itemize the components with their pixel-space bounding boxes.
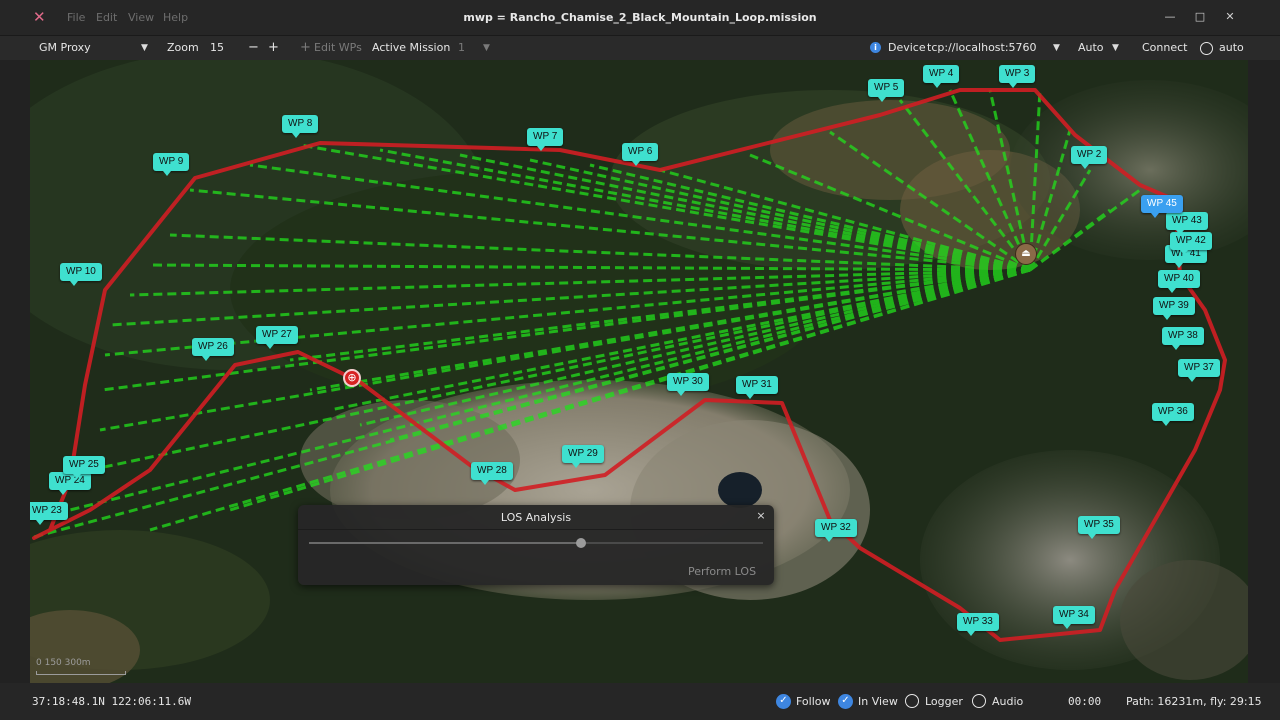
audio-label: Audio xyxy=(992,695,1024,708)
follow-label: Follow xyxy=(796,695,831,708)
waypoint-marker[interactable]: WP 35 xyxy=(1078,516,1120,539)
cursor-coordinates: 37:18:48.1N 122:06:11.6W xyxy=(32,695,191,708)
in-view-checkbox[interactable]: ✓ xyxy=(838,694,853,709)
info-icon[interactable]: i xyxy=(870,42,881,53)
close-icon[interactable]: × xyxy=(754,509,768,523)
waypoint-marker[interactable]: WP 24 xyxy=(49,472,91,495)
map-view[interactable]: WP 2 WP 3 WP 4 WP 5 WP 6 WP 7 WP 8 WP 9 … xyxy=(30,60,1248,683)
audio-toggle[interactable] xyxy=(972,694,986,708)
waypoint-marker[interactable]: WP 30 xyxy=(667,373,709,396)
map-scale-label: 0 150 300m xyxy=(36,658,91,668)
waypoint-marker-selected[interactable]: WP 45 xyxy=(1141,195,1183,218)
waypoint-marker[interactable]: WP 28 xyxy=(471,462,513,485)
toolbar: GM Proxy ▼ Zoom 15 − + + Edit WPs Active… xyxy=(0,36,1280,60)
waypoint-marker[interactable]: WP 23 xyxy=(30,502,68,525)
chevron-down-icon[interactable]: ▼ xyxy=(1112,40,1119,56)
waypoint-marker[interactable]: WP 29 xyxy=(562,445,604,468)
waypoint-marker[interactable]: WP 10 xyxy=(60,263,102,286)
auto-radio[interactable] xyxy=(1200,42,1213,55)
los-slider[interactable] xyxy=(309,538,763,548)
crosshair-icon[interactable]: ⊕ xyxy=(343,369,361,387)
waypoint-marker[interactable]: WP 40 xyxy=(1158,270,1200,293)
auto-label: auto xyxy=(1219,41,1244,54)
dialog-title: LOS Analysis xyxy=(500,511,572,524)
map-source-select[interactable]: GM Proxy xyxy=(39,40,91,56)
follow-checkbox[interactable]: ✓ xyxy=(776,694,791,709)
waypoint-marker[interactable]: WP 25 xyxy=(63,456,105,479)
zoom-out-button[interactable]: − xyxy=(248,40,259,56)
los-slider-fill xyxy=(309,542,582,544)
path-info: Path: 16231m, fly: 29:15 xyxy=(1126,695,1262,708)
waypoint-marker[interactable]: WP 2 xyxy=(1071,146,1108,169)
zoom-label: Zoom xyxy=(167,41,199,54)
device-select[interactable]: tcp://localhost:5760 xyxy=(927,40,1037,56)
protocol-select[interactable]: Auto xyxy=(1078,40,1104,56)
los-analysis-dialog: LOS Analysis × Perform LOS xyxy=(298,505,774,585)
waypoint-marker[interactable]: WP 38 xyxy=(1162,327,1204,350)
los-slider-handle[interactable] xyxy=(576,538,587,548)
home-icon[interactable]: ⏏ xyxy=(1015,243,1037,265)
waypoint-marker[interactable]: WP 31 xyxy=(736,376,778,399)
logger-label: Logger xyxy=(925,695,963,708)
connect-button[interactable]: Connect xyxy=(1142,40,1187,56)
maximize-icon[interactable]: □ xyxy=(1191,8,1209,26)
in-view-label: In View xyxy=(858,695,898,708)
waypoint-marker[interactable]: WP 32 xyxy=(815,519,857,542)
waypoint-marker[interactable]: WP 4 xyxy=(923,65,960,88)
logger-toggle[interactable] xyxy=(905,694,919,708)
active-mission-label: Active Mission xyxy=(372,41,451,54)
title-bar: ✕ File Edit View Help mwp = Rancho_Chami… xyxy=(0,0,1280,36)
waypoint-marker[interactable]: WP 34 xyxy=(1053,606,1095,629)
waypoint-marker[interactable]: WP 8 xyxy=(282,115,319,138)
perform-los-button[interactable]: Perform LOS xyxy=(688,565,756,578)
waypoint-marker[interactable]: WP 7 xyxy=(527,128,564,151)
window-title: mwp = Rancho_Chamise_2_Black_Mountain_Lo… xyxy=(463,11,817,24)
waypoint-marker[interactable]: WP 6 xyxy=(622,143,659,166)
dialog-divider xyxy=(298,529,774,530)
zoom-value[interactable]: 15 xyxy=(210,40,224,56)
status-bar: 37:18:48.1N 122:06:11.6W ✓ Follow ✓ In V… xyxy=(0,683,1280,720)
waypoint-marker[interactable]: WP 36 xyxy=(1152,403,1194,426)
waypoint-marker[interactable]: WP 33 xyxy=(957,613,999,636)
waypoint-marker[interactable]: WP 3 xyxy=(999,65,1036,88)
waypoint-marker[interactable]: WP 26 xyxy=(192,338,234,361)
chevron-down-icon[interactable]: ▼ xyxy=(141,40,148,56)
waypoint-marker[interactable]: WP 37 xyxy=(1178,359,1220,382)
waypoint-marker[interactable]: WP 39 xyxy=(1153,297,1195,320)
active-mission-value[interactable]: 1 xyxy=(458,40,465,56)
edit-wps-button[interactable]: Edit WPs xyxy=(314,40,362,56)
zoom-in-button[interactable]: + xyxy=(268,40,279,56)
waypoint-marker[interactable]: WP 9 xyxy=(153,153,190,176)
app-window: ✕ File Edit View Help mwp = Rancho_Chami… xyxy=(0,0,1280,720)
plus-icon: + xyxy=(300,40,311,55)
flight-timer: 00:00 xyxy=(1068,695,1102,708)
minimize-icon[interactable]: — xyxy=(1161,8,1179,26)
device-label: Device xyxy=(888,41,926,54)
chevron-down-icon[interactable]: ▼ xyxy=(1053,40,1060,56)
waypoint-marker[interactable]: WP 27 xyxy=(256,326,298,349)
chevron-down-icon[interactable]: ▼ xyxy=(483,40,490,56)
close-icon[interactable]: ✕ xyxy=(1221,8,1239,26)
waypoint-marker[interactable]: WP 43 xyxy=(1166,212,1208,235)
map-scale-bar xyxy=(36,671,126,675)
waypoint-marker[interactable]: WP 5 xyxy=(868,79,905,102)
